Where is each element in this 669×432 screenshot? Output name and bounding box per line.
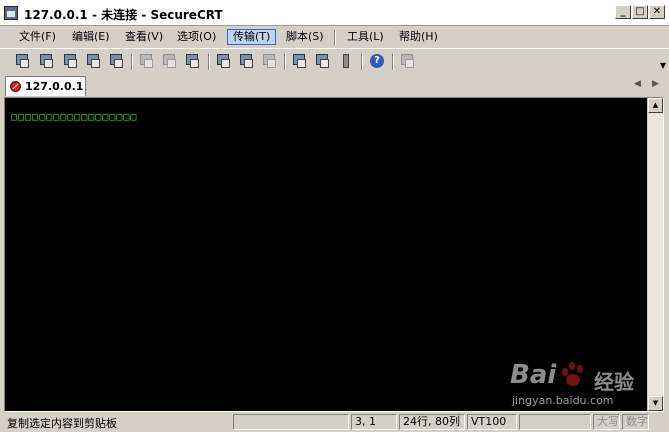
- status-message: 复制选定内容到剪贴板: [7, 417, 117, 430]
- print-setup-icon[interactable]: [261, 52, 279, 70]
- minimize-button[interactable]: _: [615, 5, 631, 19]
- menu-file[interactable]: 文件(F): [14, 29, 61, 45]
- session-options-icon[interactable]: [291, 52, 309, 70]
- status-emulation: VT100: [467, 414, 517, 430]
- copy-icon[interactable]: [138, 52, 156, 70]
- menu-view[interactable]: 查看(V): [120, 29, 168, 45]
- disconnect-icon[interactable]: [108, 52, 126, 70]
- quick-connect-icon[interactable]: [38, 52, 56, 70]
- toolbar-separator: [361, 53, 363, 70]
- window-title: 127.0.0.1 - 未连接 - SecureCRT: [24, 8, 223, 22]
- help-glyph: ?: [370, 54, 384, 68]
- tab-label: 127.0.0.1: [25, 80, 84, 93]
- vertical-scrollbar[interactable]: ▲ ▼: [647, 98, 663, 411]
- status-cursor-position: 3, 1: [351, 414, 397, 430]
- connect-icon[interactable]: [14, 52, 32, 70]
- toolbar: ? ▼: [0, 48, 669, 74]
- tab-scroll-right-icon[interactable]: ▶: [652, 79, 659, 89]
- securecrt-app-icon[interactable]: [4, 6, 18, 20]
- terminal-frame: □□□□□□□□□□□□□□□□□□ ▲ ▼: [4, 97, 664, 412]
- menu-transfer[interactable]: 传输(T): [227, 29, 277, 45]
- connect-in-tab-icon[interactable]: [62, 52, 80, 70]
- status-empty-pane: [233, 414, 349, 430]
- scroll-down-icon[interactable]: ▼: [648, 396, 663, 411]
- global-options-icon[interactable]: [314, 52, 332, 70]
- find-icon[interactable]: [184, 52, 202, 70]
- reconnect-icon[interactable]: [85, 52, 103, 70]
- help-icon[interactable]: ?: [368, 52, 386, 70]
- maximize-button[interactable]: □: [632, 5, 648, 19]
- sftp-icon[interactable]: [399, 52, 417, 70]
- title-bar: 127.0.0.1 - 未连接 - SecureCRT _ □ ✕: [0, 0, 669, 26]
- scroll-up-icon[interactable]: ▲: [648, 98, 663, 113]
- tab-scroll-left-icon[interactable]: ◀: [634, 79, 641, 89]
- toolbar-separator: [392, 53, 394, 70]
- print-selection-icon[interactable]: [238, 52, 256, 70]
- toolbar-separator: [131, 53, 133, 70]
- disconnected-status-icon: [10, 81, 21, 92]
- toolbar-separator: [284, 53, 286, 70]
- terminal-area[interactable]: □□□□□□□□□□□□□□□□□□: [6, 99, 647, 410]
- menu-separator: [334, 30, 336, 45]
- menu-edit[interactable]: 编辑(E): [67, 29, 115, 45]
- status-caps-lock: 大写: [593, 414, 620, 430]
- status-bar: 复制选定内容到剪贴板 3, 1 24行, 80列 VT100 大写 数字: [0, 412, 669, 432]
- toolbar-separator: [208, 53, 210, 70]
- close-button[interactable]: ✕: [649, 5, 665, 19]
- session-tab-bar: 127.0.0.1 ◀ ▶: [0, 74, 669, 98]
- status-terminal-size: 24行, 80列: [399, 414, 465, 430]
- paste-icon[interactable]: [161, 52, 179, 70]
- status-num-lock: 数字: [622, 414, 649, 430]
- menu-script[interactable]: 脚本(S): [281, 29, 329, 45]
- toolbar-overflow-icon[interactable]: ▼: [660, 61, 666, 70]
- print-icon[interactable]: [215, 52, 233, 70]
- status-empty-pane-2: [519, 414, 591, 430]
- keymap-icon[interactable]: [337, 52, 355, 70]
- menu-options[interactable]: 选项(O): [172, 29, 221, 45]
- menu-bar: 文件(F) 编辑(E) 查看(V) 选项(O) 传输(T) 脚本(S) 工具(L…: [0, 26, 669, 48]
- menu-help[interactable]: 帮助(H): [394, 29, 443, 45]
- tab-127-0-0-1[interactable]: 127.0.0.1: [5, 76, 86, 96]
- menu-tools[interactable]: 工具(L): [342, 29, 389, 45]
- terminal-output-line: □□□□□□□□□□□□□□□□□□: [11, 112, 138, 123]
